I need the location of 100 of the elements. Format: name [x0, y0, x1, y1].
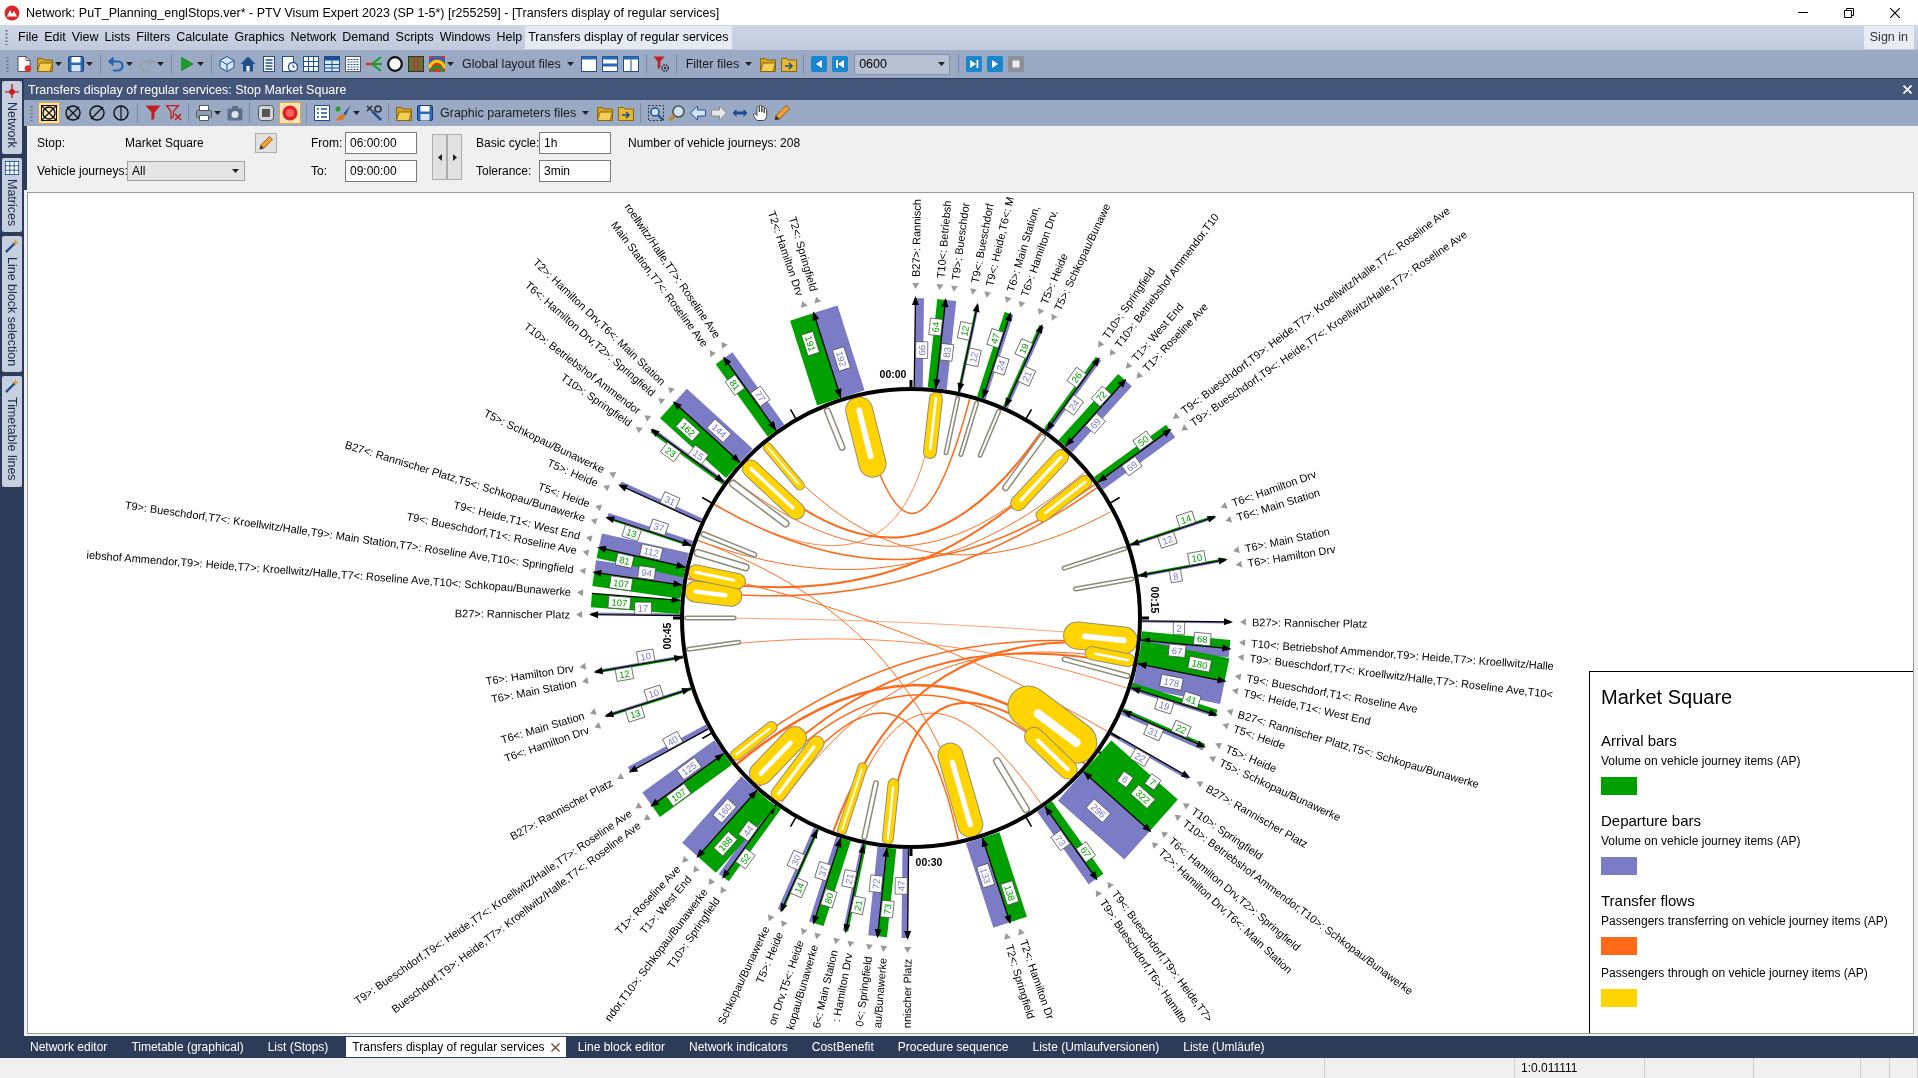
stacked-windows-icon[interactable]: [602, 56, 619, 72]
side-tab[interactable]: Line block selection: [2, 236, 22, 373]
play-icon[interactable]: [986, 56, 1003, 72]
dropdown-caret-icon[interactable]: [157, 62, 164, 66]
close-icon[interactable]: [550, 1042, 560, 1052]
edit-stop-button[interactable]: [255, 133, 277, 153]
menu-item[interactable]: View: [68, 26, 102, 49]
document-tab[interactable]: Network indicators: [683, 1037, 794, 1057]
table-icon[interactable]: [323, 56, 340, 72]
menu-item[interactable]: Graphics: [231, 26, 288, 49]
view-mode-button[interactable]: [62, 102, 84, 124]
vehicle-journeys-dropdown[interactable]: All: [127, 161, 245, 181]
funnel-gear-icon[interactable]: [653, 56, 670, 72]
folder-arrow-icon[interactable]: [780, 56, 797, 72]
menu-item[interactable]: Windows: [436, 26, 494, 49]
skip-back-icon[interactable]: [831, 56, 848, 72]
dropdown-caret-icon[interactable]: [214, 111, 221, 115]
dropdown-caret-icon[interactable]: [353, 111, 360, 115]
basic-cycle-field[interactable]: 1h: [539, 132, 611, 154]
menu-item[interactable]: File: [15, 26, 42, 49]
parameter-files-button[interactable]: Graphic parameters files: [435, 102, 595, 124]
layout-files-button[interactable]: Global layout files: [457, 53, 579, 75]
menu-item[interactable]: Network: [287, 26, 340, 49]
menu-item[interactable]: Filters: [133, 26, 174, 49]
document-tab[interactable]: Line block editor: [571, 1037, 671, 1057]
document-tab[interactable]: Transfers display of regular services: [346, 1037, 566, 1057]
dropdown-caret-icon[interactable]: [86, 62, 93, 66]
house-icon[interactable]: [239, 56, 256, 72]
list-document-icon[interactable]: [260, 56, 277, 72]
pencil-icon[interactable]: [773, 105, 790, 121]
cube-icon[interactable]: [218, 56, 235, 72]
magnifier-icon[interactable]: [668, 105, 685, 121]
time-field[interactable]: 0600: [854, 53, 951, 75]
striped-panel-icon[interactable]: [407, 56, 424, 72]
open-folder-icon[interactable]: [759, 56, 776, 72]
ruled-sheet-icon[interactable]: [344, 56, 361, 72]
dropdown-caret-icon[interactable]: [197, 62, 204, 66]
right-arrow-icon[interactable]: [710, 105, 727, 121]
document-tab[interactable]: Liste (Umläufe): [1177, 1037, 1271, 1057]
funnel-icon[interactable]: [144, 105, 161, 121]
side-tab[interactable]: Timetable lines: [2, 376, 22, 487]
menu-item[interactable]: Transfers display of regular services: [525, 26, 732, 49]
menu-item[interactable]: Lists: [101, 26, 134, 49]
new-document-icon[interactable]: [15, 56, 32, 72]
printer-icon[interactable]: [195, 105, 212, 121]
restore-icon[interactable]: [1844, 7, 1854, 18]
stop-button[interactable]: [255, 102, 277, 124]
grip-icon[interactable]: [6, 56, 9, 72]
open-folder-icon[interactable]: [596, 105, 613, 121]
dropdown-caret-icon[interactable]: [582, 111, 590, 115]
document-tab[interactable]: List (Stops): [261, 1037, 335, 1057]
view-mode-button[interactable]: [110, 102, 132, 124]
grip-icon[interactable]: [30, 105, 33, 121]
view-mode-button[interactable]: [38, 102, 60, 124]
dropdown-caret-icon[interactable]: [232, 169, 239, 173]
tolerance-field[interactable]: 3min: [539, 160, 611, 182]
menu-item[interactable]: Scripts: [392, 26, 437, 49]
close-icon[interactable]: [1890, 7, 1900, 18]
stop-icon[interactable]: [1007, 56, 1024, 72]
record-button[interactable]: [279, 102, 301, 124]
from-field[interactable]: 06:00:00: [345, 132, 417, 154]
grip-icon[interactable]: [5, 30, 8, 45]
dropdown-caret-icon[interactable]: [447, 62, 454, 66]
open-folder-icon[interactable]: [36, 56, 53, 72]
side-tab[interactable]: Network: [2, 81, 22, 154]
grid-document-icon[interactable]: [302, 56, 319, 72]
dropdown-caret-icon[interactable]: [55, 62, 62, 66]
paint-brush-icon[interactable]: [334, 105, 351, 121]
dropdown-caret-icon[interactable]: [566, 62, 574, 66]
hand-icon[interactable]: [752, 105, 769, 121]
funnel-cross-icon[interactable]: [165, 105, 182, 121]
side-tab[interactable]: Matrices: [2, 157, 22, 233]
camera-icon[interactable]: [226, 105, 243, 121]
menu-item[interactable]: Edit: [41, 26, 69, 49]
left-arrow-icon[interactable]: [689, 105, 706, 121]
document-tab[interactable]: Procedure sequence: [891, 1037, 1015, 1057]
document-tab[interactable]: Network editor: [24, 1037, 114, 1057]
document-tab[interactable]: CostBenefit: [805, 1037, 880, 1057]
dropdown-caret-icon[interactable]: [126, 62, 133, 66]
filter-files-button[interactable]: Filter files: [680, 53, 758, 75]
side-by-side-windows-icon[interactable]: [623, 56, 640, 72]
to-field[interactable]: 09:00:00: [345, 160, 417, 182]
previous-button[interactable]: [432, 134, 447, 180]
view-mode-button[interactable]: [86, 102, 108, 124]
color-bands-icon[interactable]: [428, 56, 445, 72]
clock-document-icon[interactable]: [281, 56, 298, 72]
document-tab[interactable]: Liste (Umlaufversionen): [1026, 1037, 1166, 1057]
list-icon[interactable]: [313, 105, 330, 121]
skip-forward-icon[interactable]: [965, 56, 982, 72]
sign-in-button[interactable]: Sign in: [1863, 26, 1914, 49]
tool-icon[interactable]: [365, 105, 382, 121]
menu-item[interactable]: Help: [493, 26, 526, 49]
ring-icon[interactable]: [386, 56, 403, 72]
zoom-selection-icon[interactable]: [647, 105, 664, 121]
next-button[interactable]: [447, 134, 462, 180]
dropdown-caret-icon[interactable]: [745, 62, 753, 66]
folder-arrow-icon[interactable]: [617, 105, 634, 121]
menu-item[interactable]: Demand: [339, 26, 393, 49]
single-window-icon[interactable]: [581, 56, 598, 72]
document-tab[interactable]: Timetable (graphical): [125, 1037, 250, 1057]
